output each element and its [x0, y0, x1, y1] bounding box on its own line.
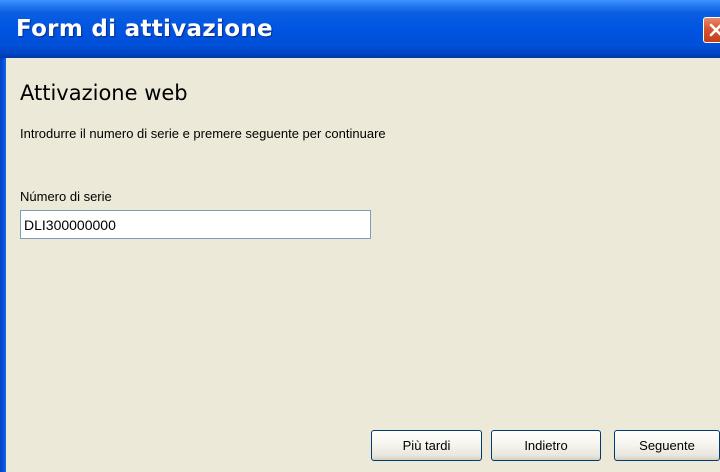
page-heading: Attivazione web	[20, 81, 188, 105]
activation-dialog: Form di attivazione Attivazione web Intr…	[0, 0, 720, 472]
close-button[interactable]	[703, 17, 720, 43]
next-button[interactable]: Seguente	[614, 430, 720, 461]
instructions-text: Introdurre il numero di serie e premere …	[20, 126, 386, 141]
title-bar[interactable]: Form di attivazione	[0, 0, 720, 58]
later-button[interactable]: Più tardi	[371, 430, 482, 461]
window-title: Form di attivazione	[16, 16, 273, 42]
serial-number-input[interactable]	[20, 210, 371, 239]
back-button[interactable]: Indietro	[491, 430, 601, 461]
window-left-border	[0, 58, 6, 472]
serial-number-label: Número di serie	[20, 189, 112, 204]
